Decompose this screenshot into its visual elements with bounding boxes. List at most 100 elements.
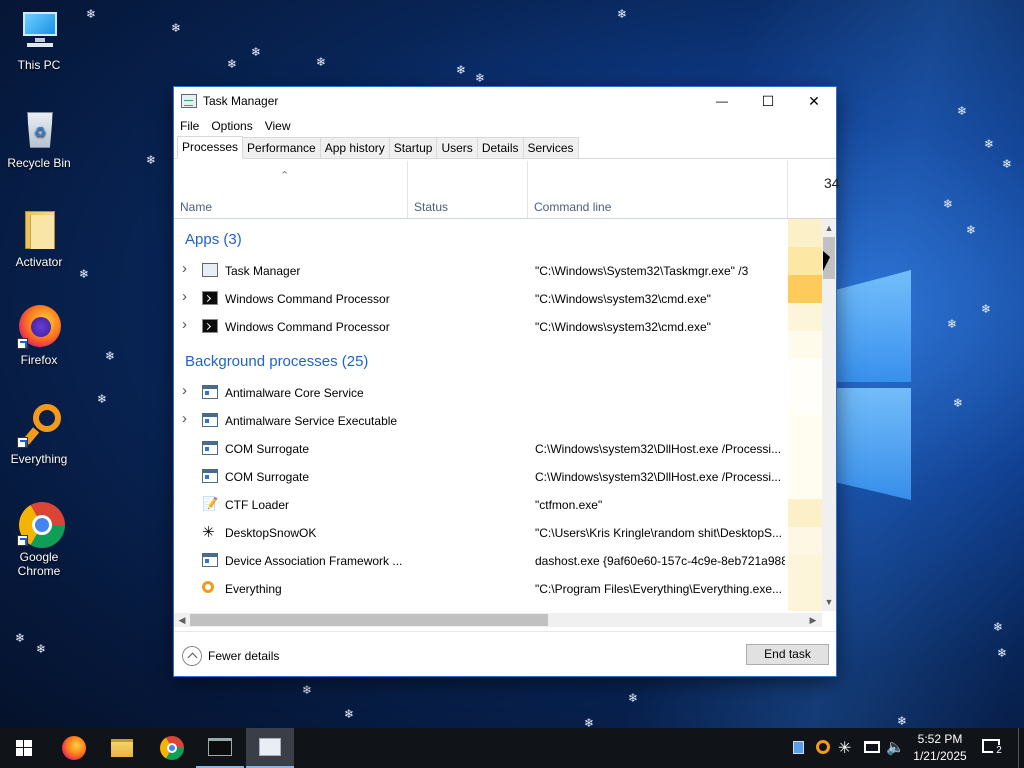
desktop-icon-google-chrome[interactable]: Google Chrome xyxy=(1,502,77,578)
expand-chevron-icon[interactable]: › xyxy=(182,316,187,333)
cpu-usage-column xyxy=(788,219,822,611)
tray-display-icon[interactable] xyxy=(793,741,804,754)
fewer-details-toggle[interactable]: Fewer details xyxy=(182,646,279,666)
process-command-line: C:\Windows\system32\DllHost.exe /Process… xyxy=(535,470,782,484)
column-header-cpu[interactable]: 34 xyxy=(788,161,840,219)
horizontal-scroll-thumb[interactable] xyxy=(190,614,548,626)
vertical-scrollbar[interactable]: ▲ ▼ xyxy=(822,219,836,611)
scroll-left-arrow-icon[interactable]: ◀ xyxy=(175,613,189,627)
cpu-heat-cell xyxy=(788,443,822,471)
tab-strip: Processes Performance App history Startu… xyxy=(174,136,836,159)
folder-icon xyxy=(17,207,61,251)
desktop-icon-label: This PC xyxy=(17,58,61,72)
desktop-icon-label: Everything xyxy=(10,452,68,466)
process-row[interactable]: › Windows Command Processor "C:\Windows\sy… xyxy=(174,313,788,341)
tab-processes[interactable]: Processes xyxy=(177,136,244,159)
taskbar-task-manager[interactable] xyxy=(246,728,294,768)
process-row[interactable]: 📝 CTF Loader "ctfmon.exe" xyxy=(174,491,788,519)
task-manager-icon xyxy=(202,263,218,277)
desktop-icon-this-pc[interactable]: This PC xyxy=(1,10,77,72)
cpu-heat-cell xyxy=(788,359,822,387)
taskbar-chrome[interactable] xyxy=(148,728,196,768)
end-task-button[interactable]: End task xyxy=(746,644,829,665)
process-command-line: "C:\Program Files\Everything\Everything.… xyxy=(535,582,783,596)
action-center-button[interactable]: 2 xyxy=(980,736,1005,760)
tab-services[interactable]: Services xyxy=(522,137,579,158)
chrome-icon xyxy=(160,736,184,760)
process-name: Antimalware Service Executable xyxy=(225,414,398,428)
desktop-icon-label: Firefox xyxy=(20,353,58,367)
taskbar: ✳ 🔈 5:52 PM 1/21/2025 2 xyxy=(0,728,1024,768)
scroll-up-arrow-icon[interactable]: ▲ xyxy=(822,221,836,235)
tab-performance[interactable]: Performance xyxy=(242,137,321,158)
cpu-heat-cell xyxy=(788,247,822,275)
process-list: Apps (3) Background processes (25) › Task… xyxy=(174,219,788,611)
firefox-icon xyxy=(17,305,61,349)
process-command-line: "C:\Windows\system32\cmd.exe" xyxy=(535,292,711,306)
show-desktop-button[interactable] xyxy=(1018,728,1024,768)
process-name: Everything xyxy=(225,582,282,596)
shortcut-arrow-icon xyxy=(17,437,28,448)
process-grid: ⌃ Name Status Command line 34 Apps (3) B… xyxy=(174,161,840,611)
desktop-icon-recycle-bin[interactable]: ♻ Recycle Bin xyxy=(1,108,77,170)
tab-users[interactable]: Users xyxy=(436,137,478,158)
cmd-icon xyxy=(202,319,218,333)
tab-app-history[interactable]: App history xyxy=(319,137,390,158)
scroll-right-arrow-icon[interactable]: ▶ xyxy=(806,613,820,627)
clock-date: 1/21/2025 xyxy=(913,749,967,763)
clock[interactable]: 5:52 PM 1/21/2025 xyxy=(905,732,975,763)
process-row[interactable]: › Antimalware Core Service xyxy=(174,379,788,407)
menu-options[interactable]: Options xyxy=(211,119,252,133)
network-icon[interactable] xyxy=(864,741,880,753)
process-row[interactable]: Everything "C:\Program Files\Everything\E… xyxy=(174,575,788,603)
taskbar-command-prompt[interactable] xyxy=(196,728,244,768)
process-row[interactable]: ✳ DesktopSnowOK "C:\Users\Kris Kringle\ran… xyxy=(174,519,788,547)
menu-file[interactable]: File xyxy=(180,119,199,133)
process-row[interactable]: › Windows Command Processor "C:\Windows\sy… xyxy=(174,285,788,313)
menu-view[interactable]: View xyxy=(265,119,291,133)
column-header-command-line[interactable]: Command line xyxy=(528,161,788,219)
process-name: Windows Command Processor xyxy=(225,292,390,306)
desktop-icon-everything[interactable]: Everything xyxy=(1,404,77,466)
process-name: Task Manager xyxy=(225,264,301,278)
taskbar-file-explorer[interactable] xyxy=(98,728,146,768)
task-manager-icon xyxy=(259,738,281,756)
column-header-status[interactable]: Status xyxy=(408,161,528,219)
window-title: Task Manager xyxy=(203,94,279,108)
notification-count-badge: 2 xyxy=(993,745,1005,757)
volume-icon[interactable]: 🔈 xyxy=(886,738,905,756)
desktop-icon-firefox[interactable]: Firefox xyxy=(1,305,77,367)
tray-everything-icon[interactable] xyxy=(816,740,830,754)
start-button[interactable] xyxy=(0,728,48,768)
process-name: Windows Command Processor xyxy=(225,320,390,334)
process-row[interactable]: › Task Manager "C:\Windows\System32\Taskmg… xyxy=(174,257,788,285)
scroll-down-arrow-icon[interactable]: ▼ xyxy=(822,595,836,609)
minimize-button[interactable]: — xyxy=(699,87,745,115)
sort-ascending-icon: ⌃ xyxy=(280,170,290,182)
expand-chevron-icon[interactable]: › xyxy=(182,410,187,427)
close-button[interactable]: ✕ xyxy=(791,87,837,115)
desktop-icon-activator[interactable]: Activator xyxy=(1,207,77,269)
tray-snowflake-icon[interactable]: ✳ xyxy=(838,738,851,758)
process-command-line: "ctfmon.exe" xyxy=(535,498,603,512)
process-command-line: dashost.exe {9af60e60-157c-4c9e-8eb721a9… xyxy=(535,554,785,568)
cpu-percent: 34 xyxy=(824,175,840,191)
service-icon xyxy=(202,385,218,399)
column-header-name[interactable]: ⌃ Name xyxy=(174,161,408,219)
snowflake-icon: ✳ xyxy=(202,524,215,541)
title-bar[interactable]: Task Manager — ☐ ✕ xyxy=(174,87,836,115)
horizontal-scrollbar[interactable]: ◀ ▶ xyxy=(174,613,822,627)
recycle-bin-icon: ♻ xyxy=(17,108,61,152)
process-row[interactable]: COM Surrogate C:\Windows\system32\DllHost… xyxy=(174,463,788,491)
process-row[interactable]: COM Surrogate C:\Windows\system32\DllHost… xyxy=(174,435,788,463)
expand-chevron-icon[interactable]: › xyxy=(182,382,187,399)
expand-chevron-icon[interactable]: › xyxy=(182,260,187,277)
process-row[interactable]: Device Association Framework ... dashost.… xyxy=(174,547,788,575)
process-row[interactable]: › Antimalware Service Executable xyxy=(174,407,788,435)
taskbar-firefox[interactable] xyxy=(50,728,98,768)
cpu-heat-cell xyxy=(788,555,822,583)
tab-startup[interactable]: Startup xyxy=(388,137,438,158)
expand-chevron-icon[interactable]: › xyxy=(182,288,187,305)
tab-details[interactable]: Details xyxy=(476,137,524,158)
maximize-button[interactable]: ☐ xyxy=(745,87,791,115)
